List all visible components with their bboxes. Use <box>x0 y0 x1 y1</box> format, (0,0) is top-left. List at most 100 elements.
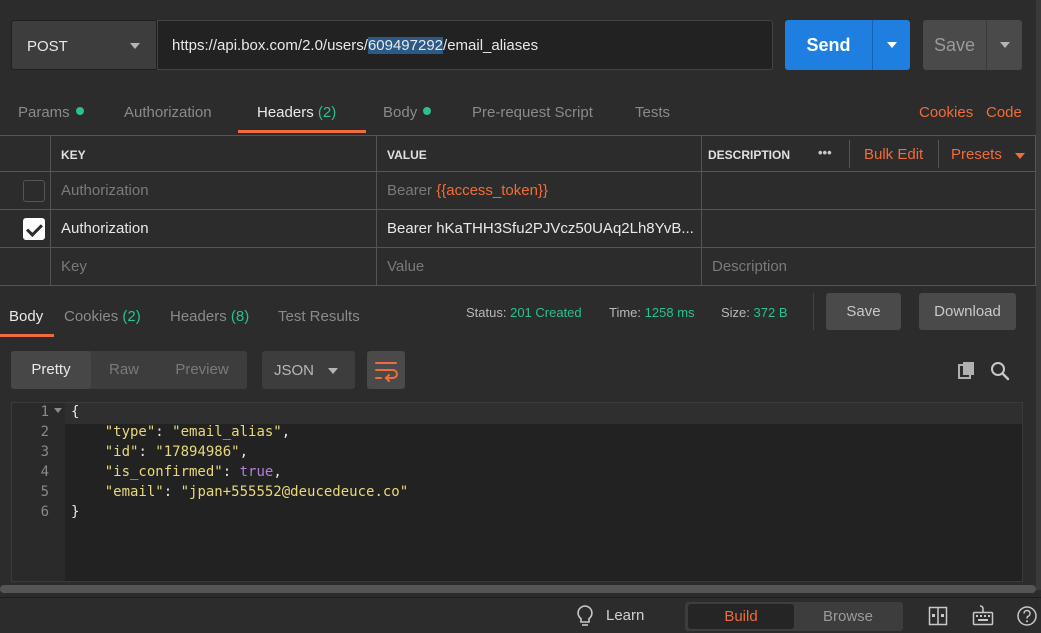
line-number: 4 <box>40 464 49 480</box>
divider <box>813 293 814 330</box>
status-dot-icon <box>75 107 84 115</box>
two-pane-view-icon[interactable] <box>928 605 948 627</box>
format-label: JSON <box>274 362 315 379</box>
save-options-button[interactable] <box>986 20 1022 70</box>
tab-tests[interactable]: Tests <box>635 104 670 121</box>
code-line: "type": "email_alias", <box>104 424 291 440</box>
response-tab-headers-count: (8) <box>230 308 250 325</box>
json-punctuation: , <box>239 444 249 460</box>
header-value-variable[interactable]: {{access_token}} <box>436 182 548 199</box>
time-readout: Time: 1258 ms <box>609 305 695 320</box>
column-description-header: DESCRIPTION <box>708 148 791 162</box>
send-options-button[interactable] <box>872 20 910 70</box>
active-tab-indicator <box>238 130 366 133</box>
save-button[interactable]: Save <box>923 20 986 70</box>
presets-dropdown[interactable]: Presets <box>951 146 1002 163</box>
browse-mode-button[interactable]: Browse <box>795 604 901 629</box>
json-string-value: "email_alias" <box>172 424 282 440</box>
json-key: "id" <box>104 444 139 460</box>
header-description[interactable] <box>701 210 1036 247</box>
new-key-input[interactable]: Key <box>61 258 87 275</box>
status-dot-icon <box>423 107 432 115</box>
view-raw-button[interactable]: Raw <box>91 351 157 389</box>
chevron-down-icon <box>887 42 897 48</box>
header-key[interactable]: Authorization <box>61 220 149 237</box>
json-boolean-value: true <box>239 464 274 480</box>
response-tab-cookies[interactable]: Cookies (2) <box>64 308 141 325</box>
json-punctuation: , <box>281 424 291 440</box>
size-label: Size: <box>721 305 750 320</box>
header-key[interactable]: Authorization <box>61 182 149 199</box>
table-header-row: KEY VALUE DESCRIPTION ••• Bulk Edit Pres… <box>0 135 1036 172</box>
tab-authorization[interactable]: Authorization <box>124 104 212 121</box>
url-input[interactable]: https://api.box.com/2.0/users/609497292/… <box>157 20 773 70</box>
send-button[interactable]: Send <box>785 20 872 70</box>
tab-headers[interactable]: Headers (2) <box>257 104 336 121</box>
response-tab-headers[interactable]: Headers (8) <box>170 308 249 325</box>
response-tab-cookies-count: (2) <box>122 308 141 325</box>
json-key: "type" <box>104 424 156 440</box>
keyboard-shortcuts-icon[interactable] <box>972 604 994 628</box>
json-string-value: "jpan+555552@deucedeuce.co" <box>180 484 409 500</box>
current-line-highlight <box>65 403 1022 424</box>
download-button[interactable]: Download <box>919 293 1016 330</box>
response-tab-body[interactable]: Body <box>9 308 43 325</box>
method-select[interactable]: POST <box>11 20 157 70</box>
lightbulb-icon <box>577 605 593 626</box>
size-readout: Size: 372 B <box>721 305 788 320</box>
header-enable-checkbox[interactable] <box>23 218 45 240</box>
tab-params-label: Params <box>18 104 70 121</box>
tab-prerequest-script[interactable]: Pre-request Script <box>472 104 593 121</box>
line-number: 6 <box>40 504 49 520</box>
more-options-icon[interactable]: ••• <box>818 145 832 160</box>
help-icon[interactable] <box>1016 605 1038 627</box>
cookies-link[interactable]: Cookies <box>919 104 973 121</box>
learn-link[interactable]: Learn <box>606 607 644 624</box>
vertical-scrollbar[interactable] <box>1036 0 1041 590</box>
method-label: POST <box>27 38 68 55</box>
view-pretty-button[interactable]: Pretty <box>11 351 91 389</box>
format-select[interactable]: JSON <box>262 351 355 389</box>
search-icon[interactable] <box>989 360 1011 382</box>
save-response-button[interactable]: Save <box>826 293 901 330</box>
chevron-down-icon <box>1015 153 1025 159</box>
time-label: Time: <box>609 305 642 320</box>
response-body-editor[interactable]: 1 2 3 4 5 6 { "type": "email_alias", "id… <box>11 402 1023 582</box>
column-value-header: VALUE <box>387 148 427 162</box>
code-line: } <box>71 504 80 520</box>
copy-icon[interactable] <box>956 360 978 382</box>
response-tab-test-results[interactable]: Test Results <box>278 308 360 325</box>
tab-params[interactable]: Params <box>18 104 84 121</box>
build-mode-button[interactable]: Build <box>688 604 794 629</box>
header-value-prefix: Bearer <box>387 182 437 199</box>
wrap-lines-button[interactable] <box>367 351 405 389</box>
code-line: "email": "jpan+555552@deucedeuce.co" <box>104 484 409 500</box>
horizontal-scrollbar[interactable] <box>0 585 1036 593</box>
view-mode-selector: Pretty Raw Preview <box>11 351 247 389</box>
header-description[interactable] <box>701 172 1036 209</box>
size-value: 372 B <box>753 305 788 320</box>
chevron-down-icon <box>328 368 338 374</box>
view-preview-button[interactable]: Preview <box>157 351 247 389</box>
fold-toggle-icon[interactable] <box>54 408 62 413</box>
new-value-input[interactable]: Value <box>387 258 424 275</box>
tab-body[interactable]: Body <box>383 104 432 121</box>
response-tab-headers-label: Headers <box>170 308 227 325</box>
header-enable-checkbox[interactable] <box>23 180 45 202</box>
header-value[interactable]: Bearer hKaTHH3Sfu2PJVcz50UAq2Lh8YvB... <box>387 220 694 237</box>
url-selected-text: 609497292 <box>367 37 444 54</box>
code-link[interactable]: Code <box>986 104 1022 121</box>
response-tab-cookies-label: Cookies <box>64 308 119 325</box>
new-description-input[interactable]: Description <box>712 258 787 275</box>
tab-headers-count: (2) <box>317 104 337 121</box>
bulk-edit-link[interactable]: Bulk Edit <box>864 146 923 163</box>
json-key: "email" <box>104 484 164 500</box>
line-number: 1 <box>40 404 49 420</box>
chevron-down-icon <box>130 43 140 49</box>
divider <box>938 140 939 168</box>
chevron-down-icon <box>1000 42 1010 48</box>
active-tab-indicator <box>0 334 54 337</box>
line-number: 2 <box>40 424 49 440</box>
json-key: "is_confirmed" <box>104 464 223 480</box>
divider <box>849 140 850 168</box>
